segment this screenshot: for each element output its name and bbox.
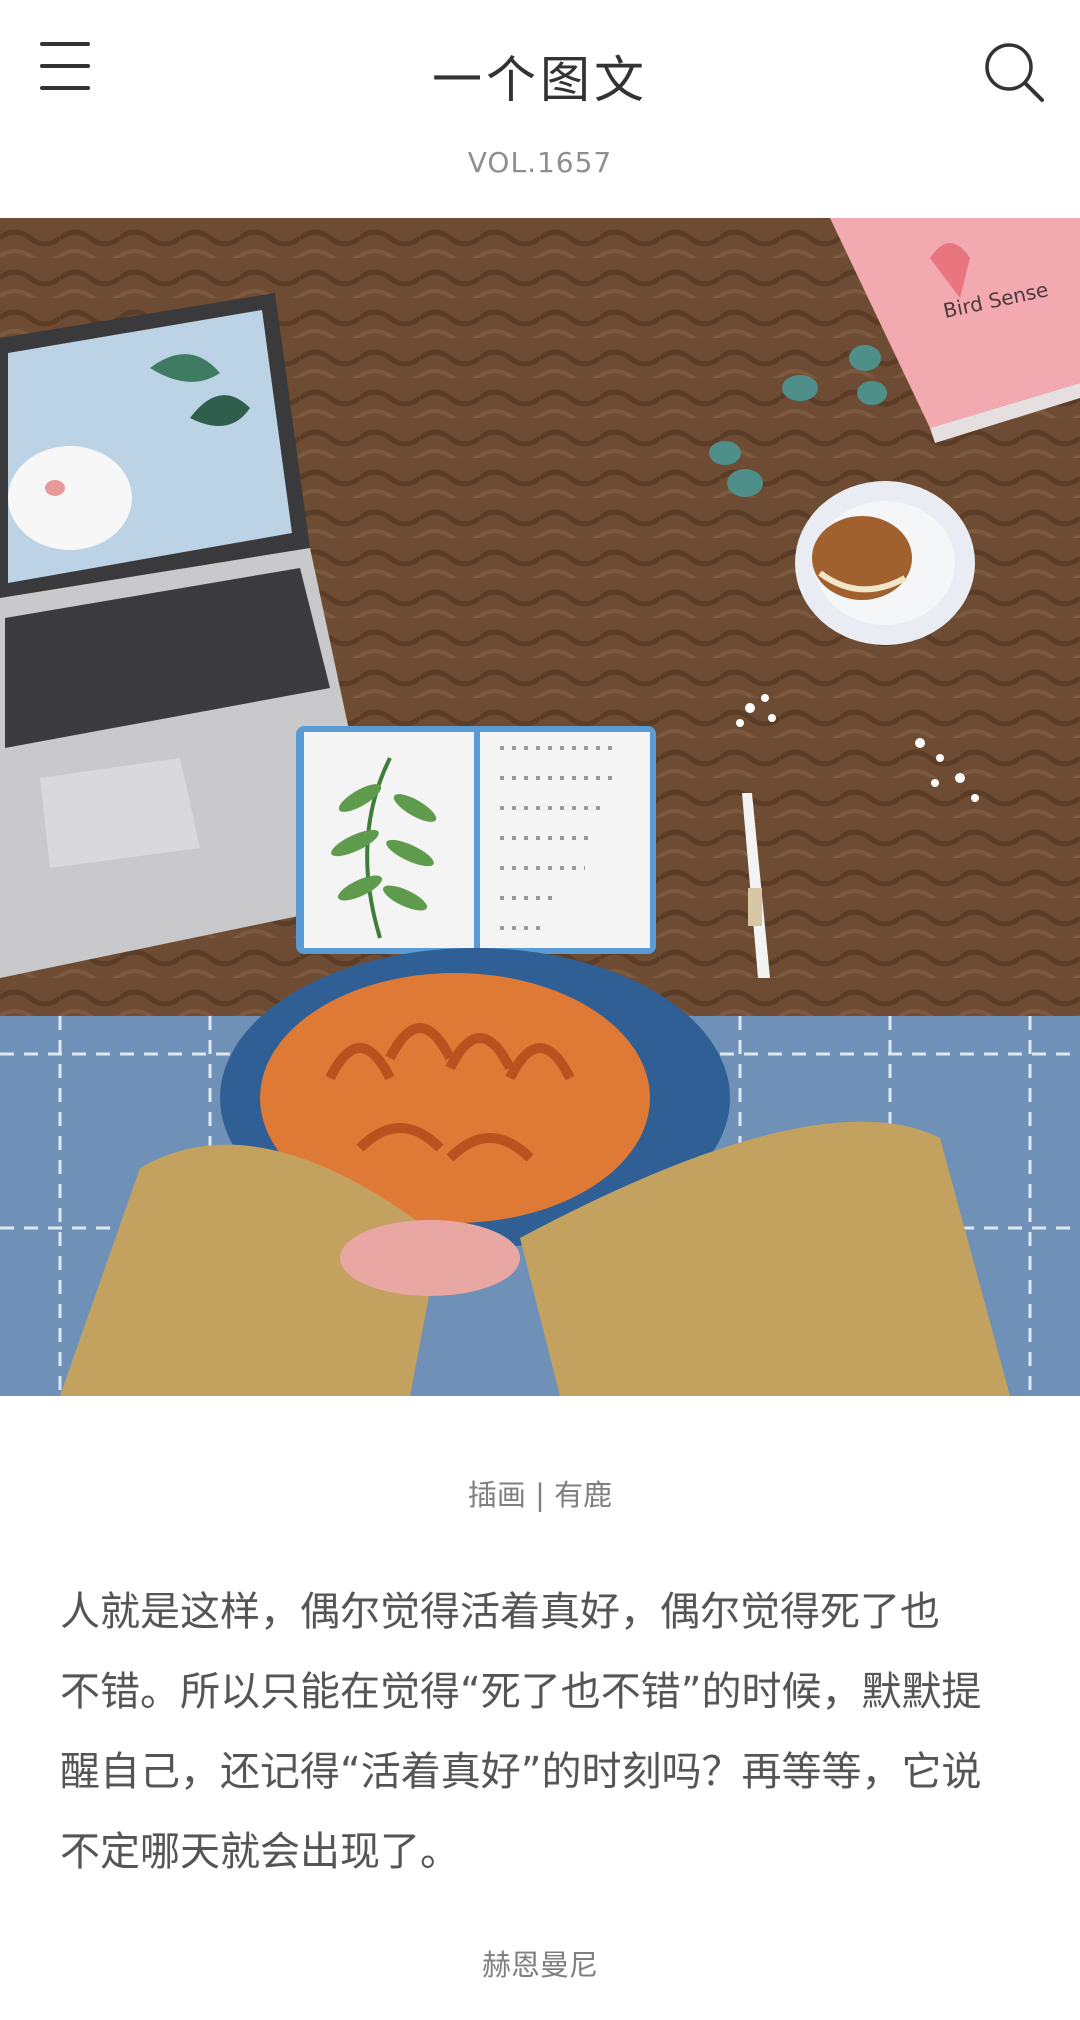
body-line: 人就是这样，偶尔觉得活着真好，偶尔觉得死了也 [60,1589,940,1635]
body-line: 不错。所以只能在觉得“死了也不错”的时候，默默提 [60,1669,982,1715]
article-illustration[interactable]: Bird Sense [0,218,1080,1396]
body-line: 不定哪天就会出现了。 [60,1829,460,1875]
search-icon[interactable] [982,40,1046,104]
open-notebook [296,726,656,954]
body-line: 醒自己，还记得“活着真好”的时刻吗？再等等，它说 [60,1749,982,1795]
top-bar: 一个图文 [0,0,1080,140]
illustration-credit: 插画 | 有鹿 [467,1478,613,1512]
volume-number: VOL.1657 [467,146,613,179]
plate-with-cookie [795,481,975,645]
one-article-page: 一个图文 VOL.1657 Bird Sense 插画 | 有鹿 人就是这样，偶… [0,0,1080,2020]
article-body: 人就是这样，偶尔觉得活着真好，偶尔觉得死了也 不错。所以只能在觉得“死了也不错”… [60,1572,1020,1892]
page-title: 一个图文 [432,51,648,109]
author-name: 赫恩曼尼 [481,1948,598,1982]
